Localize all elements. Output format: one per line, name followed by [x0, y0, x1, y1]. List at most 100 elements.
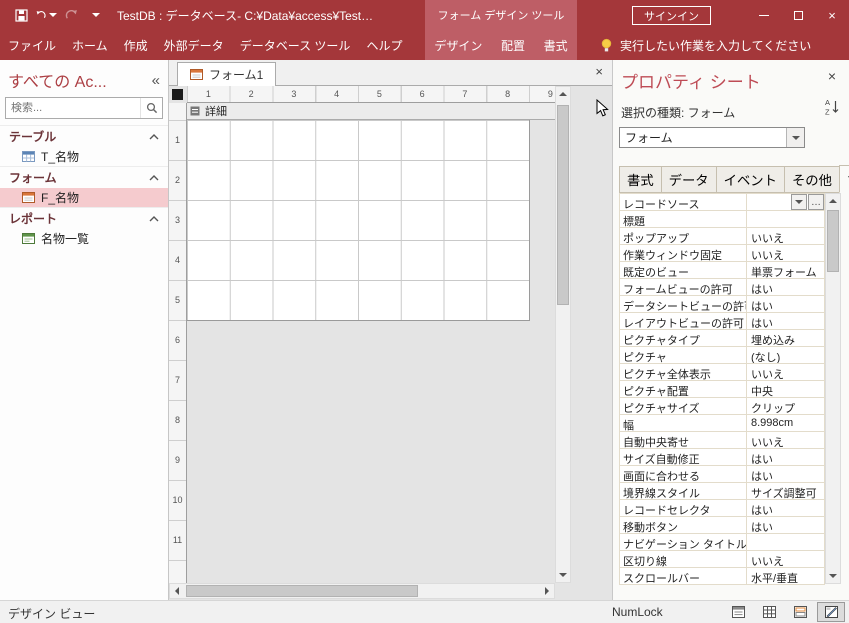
- vertical-scroll-thumb[interactable]: [557, 105, 569, 305]
- sign-in-button[interactable]: サインイン: [632, 6, 711, 25]
- minimize-icon: [759, 14, 769, 16]
- property-row[interactable]: ピクチャタイプ 埋め込み: [620, 330, 824, 347]
- search-input[interactable]: [6, 102, 140, 114]
- document-horizontal-scrollbar[interactable]: [169, 583, 555, 599]
- nav-group-tables: テーブル T_名物: [0, 125, 168, 166]
- customize-qat-button[interactable]: [85, 4, 107, 26]
- form-view-icon: [731, 606, 745, 618]
- redo-button[interactable]: [60, 4, 82, 26]
- contextual-tabs: デザイン 配置 書式: [425, 30, 577, 60]
- property-row[interactable]: 既定のビュー 単票フォーム: [620, 262, 824, 279]
- nav-group-header-reports[interactable]: レポート: [0, 208, 168, 229]
- tab-data[interactable]: データ: [660, 166, 717, 193]
- property-row[interactable]: 幅 8.998cm: [620, 415, 824, 432]
- property-sheet-title: プロパティ シート: [621, 73, 761, 92]
- tab-all[interactable]: すべて: [838, 165, 849, 193]
- property-scroll-thumb[interactable]: [827, 210, 839, 272]
- scroll-left-button[interactable]: [170, 584, 184, 598]
- object-selector-dropdown-button[interactable]: [786, 128, 804, 147]
- window-controls: ×: [747, 0, 849, 30]
- property-row[interactable]: 作業ウィンドウ固定 いいえ: [620, 245, 824, 262]
- nav-item-form-selected[interactable]: F_名物: [0, 188, 168, 207]
- tab-file[interactable]: ファイル: [0, 30, 64, 60]
- property-row[interactable]: 移動ボタン はい: [620, 517, 824, 534]
- form-view-button[interactable]: [724, 602, 752, 622]
- property-row[interactable]: レコードソース …: [620, 194, 824, 211]
- sort-az-icon: AZ: [825, 98, 839, 117]
- property-row[interactable]: ピクチャ (なし): [620, 347, 824, 364]
- nav-group-header-tables[interactable]: テーブル: [0, 126, 168, 147]
- tell-me-box[interactable]: 実行したい作業を入力してください: [600, 30, 811, 60]
- detail-section-bar[interactable]: 詳細: [187, 103, 555, 120]
- property-row[interactable]: ピクチャ全体表示 いいえ: [620, 364, 824, 381]
- nav-group-header-forms[interactable]: フォーム: [0, 167, 168, 188]
- tab-format[interactable]: 書式: [619, 166, 662, 193]
- navigation-pane-title: すべての Ac...: [8, 74, 107, 91]
- property-row[interactable]: 区切り線 いいえ: [620, 551, 824, 568]
- object-selector-value: フォーム: [625, 131, 673, 145]
- property-row[interactable]: 画面に合わせる はい: [620, 466, 824, 483]
- nav-item-report[interactable]: 名物一覧: [0, 229, 168, 248]
- horizontal-scroll-thumb[interactable]: [186, 585, 418, 597]
- document-tab-form1[interactable]: フォーム1: [177, 62, 277, 86]
- collapse-pane-button[interactable]: «: [152, 72, 160, 89]
- property-row[interactable]: 境界線スタイル サイズ調整可: [620, 483, 824, 500]
- property-row[interactable]: スクロールバー 水平/垂直: [620, 568, 824, 585]
- detail-section-label: 詳細: [205, 106, 227, 118]
- document-area: フォーム1 × 1 2 3 4 5 6 7 8 9 1 2 3 4 5 6 7 …: [169, 60, 612, 600]
- scroll-up-button[interactable]: [826, 194, 840, 208]
- property-row[interactable]: ポップアップ いいえ: [620, 228, 824, 245]
- design-view-button[interactable]: [817, 602, 845, 622]
- search-button[interactable]: [140, 98, 162, 118]
- document-close-button[interactable]: ×: [595, 64, 603, 79]
- scroll-right-button[interactable]: [540, 584, 554, 598]
- vertical-ruler[interactable]: 1 2 3 4 5 6 7 8 9 10 11: [169, 103, 187, 583]
- layout-view-button[interactable]: [786, 602, 814, 622]
- minimize-button[interactable]: [747, 0, 781, 30]
- scroll-up-button[interactable]: [556, 87, 570, 101]
- tab-database-tools[interactable]: データベース ツール: [232, 30, 359, 60]
- property-row[interactable]: ピクチャサイズ クリップ: [620, 398, 824, 415]
- nav-item-table[interactable]: T_名物: [0, 147, 168, 166]
- datasheet-view-button[interactable]: [755, 602, 783, 622]
- close-button[interactable]: ×: [815, 0, 849, 30]
- tab-other[interactable]: その他: [783, 166, 840, 193]
- horizontal-ruler[interactable]: 1 2 3 4 5 6 7 8 9: [187, 86, 555, 103]
- sort-az-button[interactable]: AZ: [825, 98, 839, 119]
- scroll-down-button[interactable]: [556, 568, 570, 582]
- form-selector-box[interactable]: [172, 89, 183, 100]
- form-design-grid[interactable]: [187, 120, 530, 321]
- property-row[interactable]: ピクチャ配置 中央: [620, 381, 824, 398]
- tab-format[interactable]: 書式: [536, 30, 576, 60]
- property-row[interactable]: ナビゲーション タイトル: [620, 534, 824, 551]
- document-vertical-scrollbar[interactable]: [555, 86, 571, 583]
- object-selector-combo[interactable]: フォーム: [619, 127, 805, 148]
- status-bar: デザイン ビュー NumLock: [0, 600, 849, 623]
- main-area: すべての Ac... « テーブル T_名物: [0, 60, 849, 600]
- maximize-button[interactable]: [781, 0, 815, 30]
- tab-home[interactable]: ホーム: [64, 30, 116, 60]
- property-row[interactable]: レコードセレクタ はい: [620, 500, 824, 517]
- scroll-down-button[interactable]: [826, 569, 840, 583]
- tab-create[interactable]: 作成: [116, 30, 156, 60]
- property-row[interactable]: サイズ自動修正 はい: [620, 449, 824, 466]
- property-row[interactable]: データシートビューの許可 はい: [620, 296, 824, 313]
- record-source-value[interactable]: …: [747, 194, 824, 210]
- table-icon: [22, 151, 35, 162]
- property-sheet-scrollbar[interactable]: [825, 193, 841, 584]
- property-sheet-close-button[interactable]: ×: [828, 68, 836, 84]
- tab-design[interactable]: デザイン: [426, 30, 490, 60]
- property-row[interactable]: 標題: [620, 211, 824, 228]
- navigation-pane: すべての Ac... « テーブル T_名物: [0, 60, 169, 600]
- record-source-dropdown-button[interactable]: [791, 194, 807, 210]
- tab-help[interactable]: ヘルプ: [358, 30, 410, 60]
- property-row[interactable]: 自動中央寄せ いいえ: [620, 432, 824, 449]
- undo-button[interactable]: [35, 4, 57, 26]
- property-row[interactable]: フォームビューの許可 はい: [620, 279, 824, 296]
- tab-event[interactable]: イベント: [715, 166, 785, 193]
- tab-external-data[interactable]: 外部データ: [156, 30, 232, 60]
- property-row[interactable]: レイアウトビューの許可 はい: [620, 313, 824, 330]
- save-button[interactable]: [10, 4, 32, 26]
- record-source-builder-button[interactable]: …: [808, 194, 824, 210]
- tab-arrange[interactable]: 配置: [493, 30, 533, 60]
